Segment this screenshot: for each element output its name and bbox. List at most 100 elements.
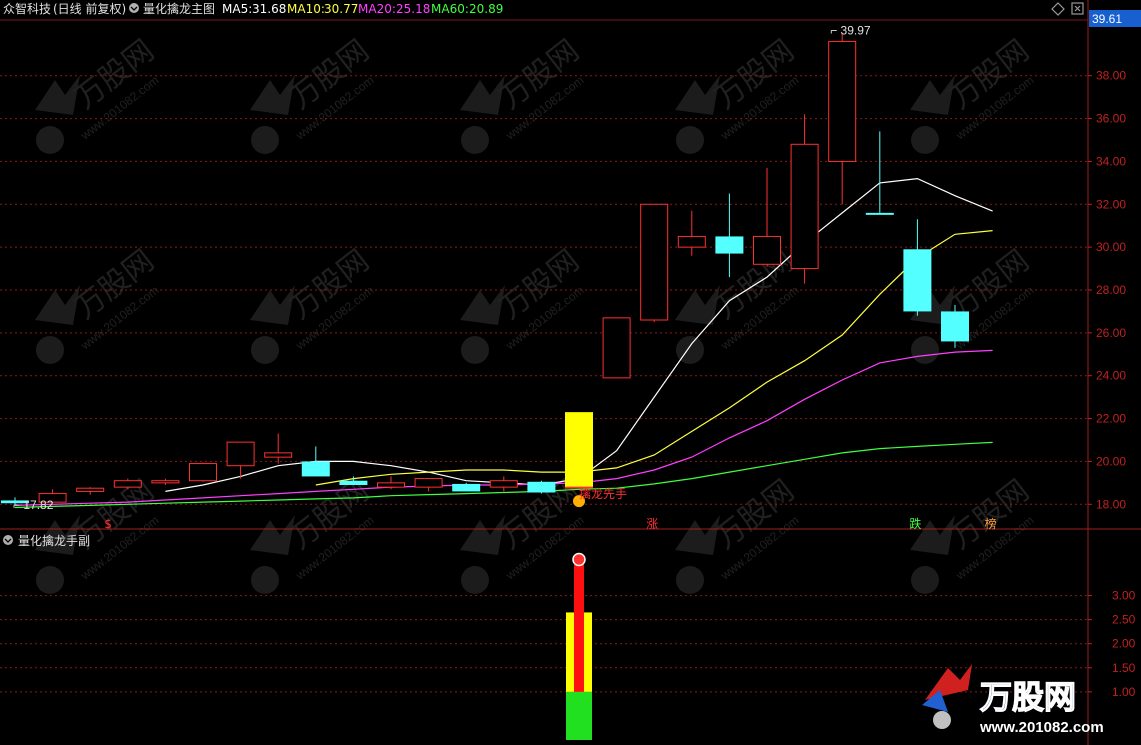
logo-coin-icon — [933, 711, 951, 729]
candle[interactable] — [264, 433, 293, 464]
ma20-label: MA20: — [358, 2, 396, 16]
watermark-coin-icon — [251, 336, 279, 364]
candle[interactable] — [753, 167, 781, 267]
candle[interactable] — [301, 446, 330, 477]
window-controls[interactable] — [1051, 2, 1084, 16]
candle-body — [301, 461, 330, 477]
sub-bar-cap — [572, 552, 586, 567]
candle[interactable] — [151, 478, 180, 485]
candle-body — [414, 478, 443, 488]
candle-body — [189, 463, 217, 482]
candle[interactable] — [76, 487, 105, 495]
y-tick-label: 24.00 — [1096, 369, 1126, 383]
ma5-label: MA5: — [222, 2, 252, 16]
watermark-tile: 万股网www.201082.com — [675, 33, 801, 154]
close-icon — [1074, 5, 1081, 12]
logo-brand-text: 万股网 — [980, 678, 1076, 716]
candle-body — [941, 311, 969, 342]
signal-bar — [565, 412, 593, 488]
sub-bar-segment — [574, 559, 584, 692]
watermark-tile: 万股网www.201082.com — [35, 243, 161, 364]
ma10-value: 30.77 — [324, 2, 358, 16]
candle-body — [113, 480, 142, 488]
stock-name: 众智科技 — [3, 1, 51, 16]
ma20-value: 25.18 — [396, 2, 430, 16]
y-tick-label: 2.00 — [1112, 637, 1136, 651]
candle[interactable] — [865, 131, 894, 215]
candle-body — [602, 317, 631, 379]
main-indicator-name[interactable]: 量化擒龙主图 — [143, 1, 215, 16]
diamond-toggle-icon[interactable] — [1051, 2, 1065, 16]
watermark-coin-icon — [36, 566, 64, 594]
y-tick-label: 22.00 — [1096, 412, 1126, 426]
y-tick-label: 36.00 — [1096, 112, 1126, 126]
y-tick-label: 26.00 — [1096, 326, 1126, 340]
signal-label: 擒龙先手 — [579, 486, 627, 501]
ma60-value: 20.89 — [469, 2, 503, 16]
sub-indicator-bars — [566, 552, 592, 740]
watermark-coin-icon — [461, 126, 489, 154]
current-price: 39.61 — [1092, 12, 1122, 26]
sub-bar-segment — [566, 691, 592, 740]
candle[interactable] — [189, 462, 217, 482]
candle-body — [151, 480, 180, 484]
candle[interactable] — [527, 480, 556, 494]
watermark-tile: 万股网www.201082.com — [35, 33, 161, 154]
watermark-tile: 万股网www.201082.com — [460, 33, 586, 154]
chart-canvas[interactable]: 万股网www.201082.com万股网www.201082.com万股网www… — [0, 0, 1141, 745]
y-tick-label: 28.00 — [1096, 283, 1126, 297]
candle[interactable] — [715, 193, 744, 278]
watermark-coin-icon — [461, 336, 489, 364]
candle[interactable] — [452, 482, 481, 492]
watermark-tile: 万股网www.201082.com — [250, 243, 376, 364]
watermark-tile: 万股网www.201082.com — [910, 33, 1036, 154]
period-label[interactable]: (日线 前复权) — [53, 1, 126, 16]
ma5-value: 31.68 — [252, 2, 286, 16]
candle-body — [865, 212, 894, 215]
watermark-tile: 万股网www.201082.com — [460, 243, 586, 364]
watermark-coin-icon — [251, 566, 279, 594]
candle-body — [489, 480, 518, 488]
watermark-layer: 万股网www.201082.com 万股网www.201082.com 万股网www… — [35, 33, 1036, 594]
candle[interactable] — [377, 476, 405, 490]
ma-line-ma60 — [14, 441, 993, 509]
sub-indicator-menu-icon[interactable] — [3, 535, 13, 545]
candle-body — [640, 203, 669, 321]
candle-body — [339, 480, 368, 485]
signal-marker: 跌 — [909, 516, 921, 531]
logo-arrow-icon — [925, 664, 972, 700]
candle-body — [903, 249, 932, 312]
indicator-menu-icon[interactable] — [129, 3, 139, 13]
candle-body — [790, 143, 819, 270]
candle[interactable] — [903, 219, 932, 316]
candle[interactable] — [489, 476, 518, 492]
low-price-label: ⌐ 17.82 — [13, 498, 54, 512]
signal-marker: $ — [104, 517, 112, 531]
y-tick-label: 38.00 — [1096, 69, 1126, 83]
y-tick-label: 20.00 — [1096, 454, 1126, 468]
candle-body — [452, 483, 481, 492]
y-tick-label: 2.50 — [1112, 613, 1136, 627]
candle[interactable] — [640, 203, 669, 323]
candle[interactable] — [677, 210, 706, 256]
logo-url-text: www.201082.com — [979, 719, 1104, 736]
candle[interactable] — [602, 317, 631, 379]
current-price-tag: 39.61 — [1089, 10, 1141, 27]
high-price-label: ⌐ 39.97 — [830, 24, 871, 38]
candle-body — [527, 481, 556, 493]
sub-indicator-name[interactable]: 量化擒龙手副 — [18, 533, 90, 548]
candle-body — [264, 452, 293, 458]
watermark-coin-icon — [911, 126, 939, 154]
watermark-tile: 万股网www.201082.com — [675, 243, 801, 364]
y-tick-label: 1.50 — [1112, 661, 1136, 675]
candle-body — [753, 235, 781, 265]
candle-body — [828, 40, 857, 162]
candle[interactable] — [414, 478, 443, 492]
brand-logo: 万股网 www.201082.com — [922, 664, 1104, 736]
watermark-coin-icon — [461, 566, 489, 594]
watermark-tile: 万股网www.201082.com — [250, 33, 376, 154]
candle[interactable] — [790, 114, 819, 284]
sub-header: 量化擒龙手副 — [3, 533, 90, 548]
price-axis: 18.00 20.00 22.00 24.00 26.00 28.00 30.00 32.00… — [1088, 69, 1136, 699]
candle[interactable] — [828, 33, 857, 205]
